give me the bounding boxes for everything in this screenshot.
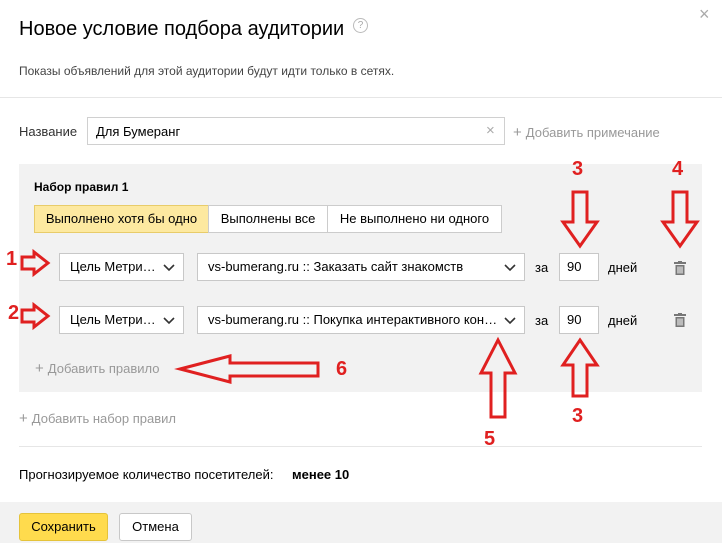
plus-icon: + [35,360,44,377]
add-rule-label: Добавить правило [47,361,160,376]
add-note-label: Добавить примечание [525,125,660,140]
plus-icon: + [513,124,522,141]
rule-type-value: Цель Метри… [70,259,156,274]
trash-icon[interactable] [674,261,686,275]
mode-all-button[interactable]: Выполнены все [208,205,328,233]
dialog-subtitle: Показы объявлений для этой аудитории буд… [19,64,395,78]
trash-icon[interactable] [674,313,686,327]
add-note-link[interactable]: + Добавить примечание [513,124,660,141]
forecast-divider [19,446,702,447]
forecast-value: менее 10 [292,467,350,482]
days-input[interactable]: 90 [559,253,599,281]
rule-type-select[interactable]: Цель Метри… [59,253,184,281]
add-ruleset-label: Добавить набор правил [31,411,177,426]
annotation-number-4: 4 [672,158,684,180]
forecast-label: Прогнозируемое количество посетителей: [19,467,274,482]
mode-any-button[interactable]: Выполнено хотя бы одно [34,205,209,233]
plus-icon: + [19,410,28,427]
close-icon[interactable]: × [699,4,710,25]
name-input[interactable]: Для Бумеранг [87,117,505,145]
period-prefix: за [535,260,549,275]
goal-select[interactable]: vs-bumerang.ru :: Заказать сайт знакомст… [197,253,525,281]
annotation-number-3-bottom: 3 [572,405,584,427]
chevron-down-icon [504,307,516,333]
annotation-number-5: 5 [484,428,496,450]
annotation-number-6: 6 [336,358,348,380]
ruleset-title: Набор правил 1 [34,180,129,194]
help-icon[interactable]: ? [353,18,368,33]
clear-icon[interactable]: × [486,122,495,139]
rule-type-value: Цель Метри… [70,312,156,327]
chevron-down-icon [163,307,175,333]
period-prefix: за [535,313,549,328]
footer-bar [0,502,722,543]
annotation-number-2: 2 [8,302,20,324]
save-button[interactable]: Сохранить [19,513,108,541]
rule-type-select[interactable]: Цель Метри… [59,306,184,334]
annotation-number-1: 1 [6,248,18,270]
mode-none-button[interactable]: Не выполнено ни одного [327,205,502,233]
cancel-button[interactable]: Отмена [119,513,192,541]
annotation-number-3-top: 3 [572,158,584,180]
add-ruleset-link[interactable]: + Добавить набор правил [19,410,176,427]
goal-select[interactable]: vs-bumerang.ru :: Покупка интерактивного… [197,306,525,334]
goal-value: vs-bumerang.ru :: Заказать сайт знакомст… [208,259,464,274]
dialog-title: Новое условие подбора аудитории [19,18,345,40]
days-input[interactable]: 90 [559,306,599,334]
days-label: дней [608,260,638,275]
goal-value: vs-bumerang.ru :: Покупка интерактивного… [208,312,498,327]
chevron-down-icon [163,254,175,280]
days-label: дней [608,313,638,328]
name-label: Название [19,124,78,139]
chevron-down-icon [504,254,516,280]
add-rule-link[interactable]: + Добавить правило [35,360,159,377]
header-divider [0,97,722,98]
